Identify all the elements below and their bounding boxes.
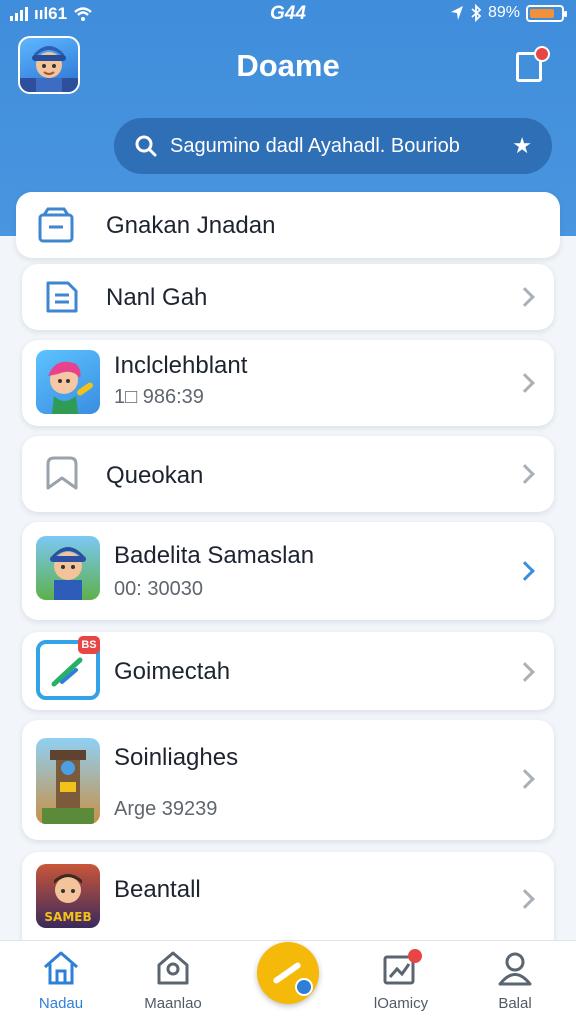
- list-item[interactable]: Queokan: [22, 436, 554, 512]
- folder-icon: [46, 281, 78, 313]
- page-title: Doame: [236, 48, 340, 83]
- star-icon[interactable]: ★: [512, 133, 532, 159]
- search-icon: [135, 135, 157, 157]
- search-bar[interactable]: Sagumino dadl Ayahadl. Bouriob ★: [114, 118, 552, 174]
- app-header: Doame: [0, 30, 576, 102]
- status-bar: ııl61 G44 89%: [0, 0, 576, 28]
- nav-item-2[interactable]: Maanlao: [118, 949, 228, 1012]
- game-thumbnail: [36, 350, 100, 414]
- list-item[interactable]: BS Goimectah: [22, 632, 554, 710]
- list-item-title: Goimectah: [114, 658, 231, 685]
- character-icon: [50, 547, 86, 600]
- chevron-right-icon: [515, 769, 535, 789]
- bookmark-icon: [46, 456, 78, 490]
- profile-icon: [498, 952, 532, 986]
- list-item[interactable]: Gnakan Jnadan: [16, 192, 560, 258]
- game-thumbnail: SAMEB: [36, 864, 100, 928]
- tower-icon: [42, 750, 94, 824]
- notification-badge: [534, 46, 550, 62]
- battery-icon: [526, 4, 567, 22]
- list-item-subtitle: 00: 30030: [114, 578, 203, 600]
- list-item-title: Inclclehblant: [114, 352, 248, 379]
- list-item[interactable]: Inclclehblant 1□ 986:39: [22, 340, 554, 426]
- nav-label: Balal: [498, 995, 532, 1012]
- chevron-right-icon: [515, 889, 535, 909]
- location-icon: [450, 6, 463, 20]
- nav-label: Maanlao: [144, 995, 202, 1012]
- compose-fab-button[interactable]: [257, 942, 319, 1004]
- chevron-right-icon: [515, 373, 535, 393]
- home-icon: [44, 951, 78, 985]
- nav-item-profile[interactable]: Balal: [460, 949, 570, 1012]
- nav-label: Nadau: [38, 995, 84, 1012]
- chart-icon: [383, 949, 422, 985]
- nav-item-home[interactable]: Nadau: [6, 949, 116, 1012]
- nav-item-3[interactable]: lOamicy: [346, 949, 456, 1012]
- character-icon: [48, 361, 93, 414]
- nav-label: lOamicy: [373, 995, 429, 1012]
- inbox-icon: [38, 207, 74, 243]
- list-item-title: Soinliaghes: [114, 744, 239, 771]
- battery-percent: 89%: [487, 4, 520, 21]
- list-item-subtitle: 1□ 986:39: [114, 386, 204, 408]
- list-item-title: Badelita Samaslan: [114, 542, 315, 569]
- bluetooth-icon: [471, 4, 482, 22]
- search-input[interactable]: Sagumino dadl Ayahadl. Bouriob: [170, 135, 512, 158]
- fab-badge: [295, 978, 313, 996]
- list-item[interactable]: Badelita Samaslan 00: 30030: [22, 522, 554, 620]
- list-item[interactable]: Soinliaghes Arge 39239: [22, 720, 554, 840]
- list-item-title: Beantall: [114, 876, 201, 903]
- list-item-title: Gnakan Jnadan: [106, 212, 276, 239]
- list-item[interactable]: Nanl Gah: [22, 264, 554, 330]
- list-item-title: Queokan: [106, 462, 204, 489]
- store-icon: [157, 951, 189, 985]
- notification-badge: BS: [78, 636, 100, 654]
- game-thumbnail: [36, 738, 100, 824]
- notifications-button[interactable]: [514, 46, 550, 86]
- chevron-right-icon: [515, 561, 535, 581]
- chevron-right-icon: [515, 662, 535, 682]
- list-item[interactable]: SAMEB Beantall: [22, 852, 554, 952]
- game-thumbnail: [36, 536, 100, 600]
- thumbnail-label: SAMEB: [44, 910, 92, 924]
- list-item-subtitle: Arge 39239: [114, 798, 218, 820]
- list-item-title: Nanl Gah: [106, 284, 208, 311]
- chevron-right-icon: [515, 287, 535, 307]
- chevron-right-icon: [515, 464, 535, 484]
